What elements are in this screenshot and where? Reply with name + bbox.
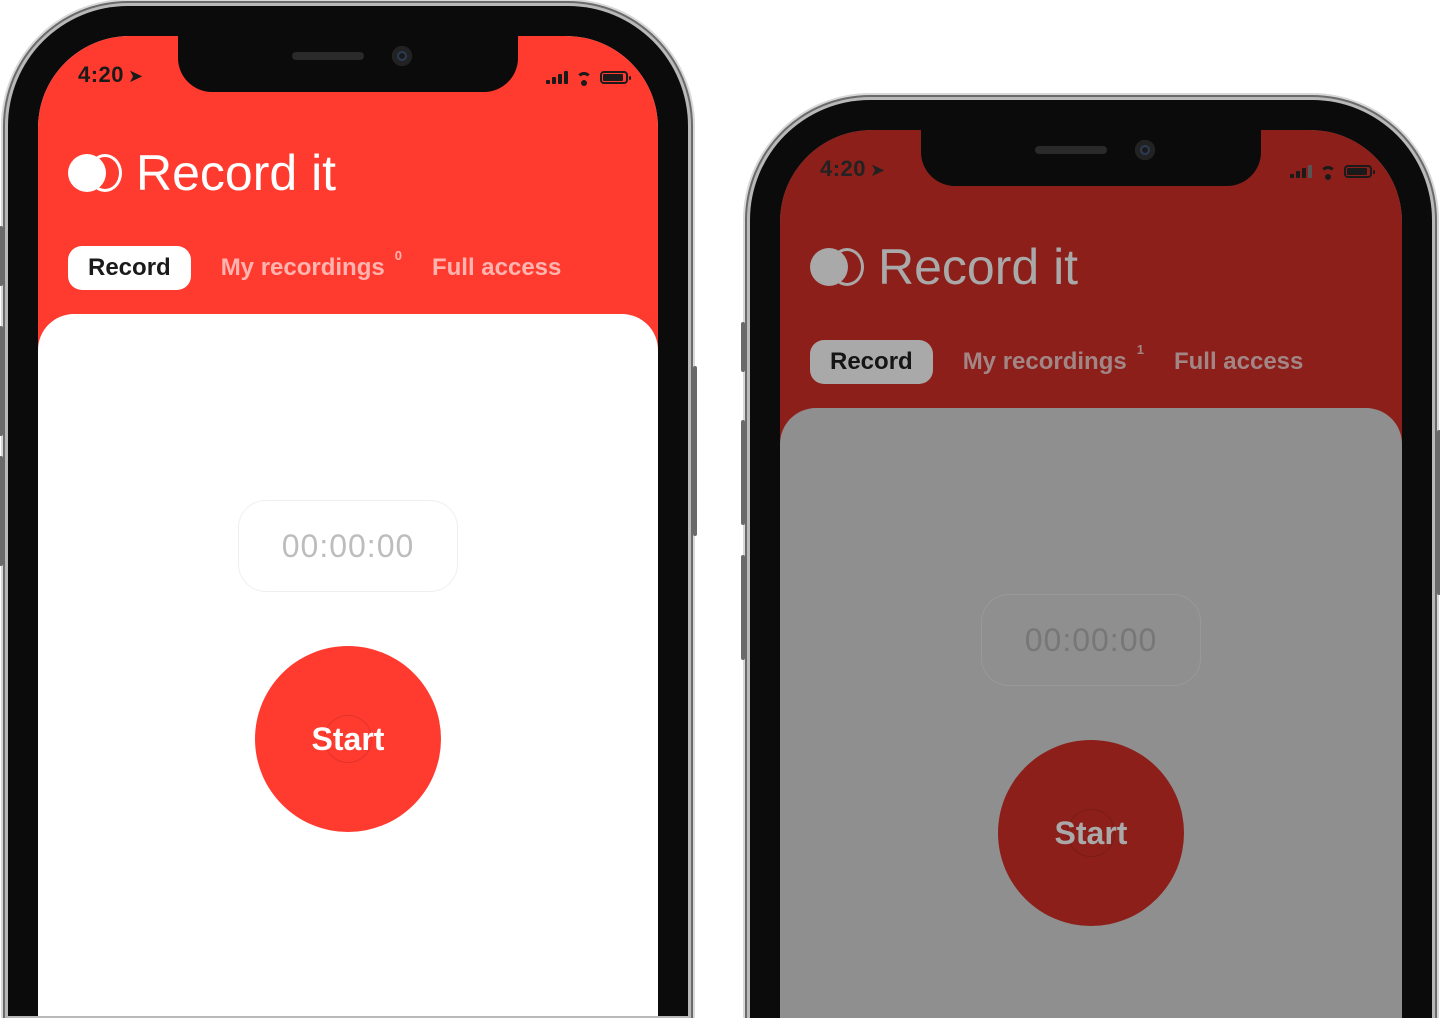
speaker-grille bbox=[292, 52, 364, 60]
wifi-icon bbox=[576, 72, 592, 86]
status-time-text: 4:20 bbox=[820, 156, 867, 181]
app-title: Record it bbox=[68, 144, 336, 202]
tab-record[interactable]: Record bbox=[68, 246, 191, 290]
tab-my-recordings-label: My recordings bbox=[220, 254, 385, 281]
timer-display: 00:00:00 bbox=[981, 594, 1201, 686]
tab-full-access[interactable]: Full access bbox=[432, 254, 561, 282]
status-time-text: 4:20 bbox=[78, 62, 125, 87]
tab-bar: Record My recordings 0 Full access bbox=[68, 246, 561, 290]
tab-my-recordings[interactable]: My recordings 1 bbox=[962, 342, 1144, 376]
recordings-count-badge: 1 bbox=[1136, 342, 1144, 357]
app-logo-icon bbox=[68, 154, 122, 192]
app-logo-icon bbox=[810, 248, 864, 286]
status-icons bbox=[546, 68, 631, 86]
phone-left: 4:20 ➤ Record it Record My recordings 0 Fu… bbox=[0, 6, 697, 1016]
start-button-label: Start bbox=[311, 720, 385, 757]
notch bbox=[921, 130, 1261, 186]
speaker-grille bbox=[1035, 146, 1107, 154]
side-button bbox=[0, 226, 3, 286]
start-button[interactable]: Start bbox=[255, 646, 441, 832]
recordings-count-badge: 0 bbox=[394, 248, 402, 263]
app-title-text: Record it bbox=[136, 145, 337, 201]
location-arrow-icon: ➤ bbox=[128, 66, 144, 86]
app-title-text: Record it bbox=[878, 239, 1079, 295]
record-panel: 00:00:00 Start bbox=[38, 314, 658, 1016]
location-arrow-icon: ➤ bbox=[870, 160, 886, 180]
phone-right: 4:20 ➤ Record it Record My recordings 1 Fu… bbox=[741, 100, 1440, 1018]
phone-screen: 4:20 ➤ Record it Record My recordings 1 Fu… bbox=[780, 130, 1402, 1018]
start-button[interactable]: Start bbox=[998, 740, 1184, 926]
wifi-icon bbox=[1320, 166, 1336, 180]
side-button bbox=[741, 322, 745, 372]
battery-icon bbox=[1344, 165, 1375, 178]
side-button bbox=[741, 555, 745, 660]
tab-record[interactable]: Record bbox=[810, 340, 933, 384]
timer-display: 00:00:00 bbox=[238, 500, 458, 592]
start-button-label: Start bbox=[1054, 814, 1128, 851]
power-button bbox=[693, 366, 697, 536]
status-time: 4:20 ➤ bbox=[78, 62, 144, 88]
notch bbox=[178, 36, 518, 92]
front-camera bbox=[1135, 140, 1155, 160]
phone-screen: 4:20 ➤ Record it Record My recordings 0 Fu… bbox=[38, 36, 658, 1016]
tab-full-access[interactable]: Full access bbox=[1174, 348, 1303, 376]
app-title: Record it bbox=[810, 238, 1078, 296]
status-time: 4:20 ➤ bbox=[820, 156, 886, 182]
side-button bbox=[741, 420, 745, 525]
side-button bbox=[0, 326, 3, 436]
battery-icon bbox=[600, 71, 631, 84]
front-camera bbox=[392, 46, 412, 66]
tab-my-recordings-label: My recordings bbox=[962, 348, 1127, 375]
record-panel: 00:00:00 Start bbox=[780, 408, 1402, 1018]
tab-my-recordings[interactable]: My recordings 0 bbox=[220, 248, 402, 282]
status-icons bbox=[1290, 162, 1375, 180]
tab-bar: Record My recordings 1 Full access bbox=[810, 340, 1303, 384]
cellular-signal-icon bbox=[1290, 164, 1312, 178]
cellular-signal-icon bbox=[546, 70, 568, 84]
side-button bbox=[0, 456, 3, 566]
